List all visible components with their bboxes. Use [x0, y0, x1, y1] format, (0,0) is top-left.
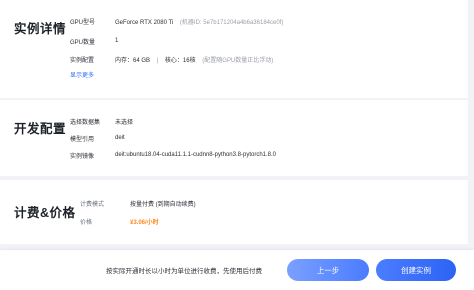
- image-value: deit:ubuntu18.04-cuda11.1.1-cudnn8-pytho…: [115, 152, 277, 158]
- image-label: 实例镜像: [70, 153, 95, 160]
- billing-mode-row: 计费模式 按量付费 (到期自动续费): [80, 197, 196, 209]
- spec-cores: 核心：16核: [164, 57, 196, 64]
- dataset-label: 选择数据集: [70, 119, 101, 126]
- price-label: 价格: [80, 219, 93, 226]
- dataset-row[interactable]: 选择数据集 未选择: [70, 115, 133, 127]
- instance-spec-label: 实例配置: [70, 57, 95, 64]
- price-row: 价格 ¥3.06/小时: [80, 215, 159, 227]
- spec-note: (配置随GPU数量正比浮动): [202, 57, 274, 64]
- billing-note: 按实际开通时长以小时为单位进行收费，先使用后付费: [106, 268, 262, 275]
- price-value: ¥3.06/小时: [130, 219, 159, 226]
- dev-config-title: 开发配置: [14, 122, 67, 136]
- dataset-value[interactable]: 未选择: [115, 117, 133, 126]
- image-row: 实例镜像 deit:ubuntu18.04-cuda11.1.1-cudnn8-…: [70, 149, 276, 161]
- instance-details-title: 实例详情: [14, 22, 67, 36]
- gpu-model-label: GPU型号: [70, 19, 96, 26]
- previous-step-button[interactable]: 上一步: [287, 259, 369, 281]
- gpu-model-value-group: GeForce RTX 2080 Ti (机器ID: 5e7b171204a4b…: [115, 17, 283, 26]
- gpu-model-row: GPU型号 GeForce RTX 2080 Ti (机器ID: 5e7b171…: [70, 15, 283, 27]
- spec-separator: |: [156, 57, 159, 64]
- footer-action-bar: 按实际开通时长以小时为单位进行收费，先使用后付费 上一步 创建实例: [0, 250, 474, 290]
- billing-mode-value: 按量付费 (到期自动续费): [130, 201, 196, 208]
- gpu-count-value: 1: [115, 38, 119, 44]
- instance-details-card: 实例详情 GPU型号 GeForce RTX 2080 Ti (机器ID: 5e…: [0, 0, 468, 98]
- gpu-machine-id: (机器ID: 5e7b171204a4b6a36184ce0f): [179, 19, 284, 26]
- model-label: 模型引用: [70, 136, 95, 143]
- gpu-count-row: GPU数量 1: [70, 35, 118, 47]
- gpu-count-label: GPU数量: [70, 39, 96, 46]
- create-instance-button[interactable]: 创建实例: [376, 259, 456, 281]
- create-instance-page: 实例详情 GPU型号 GeForce RTX 2080 Ti (机器ID: 5e…: [0, 0, 474, 290]
- pricing-card: 计费&价格 计费模式 按量付费 (到期自动续费) 价格 ¥3.06/小时: [0, 180, 468, 244]
- gpu-model-value: GeForce RTX 2080 Ti: [115, 19, 174, 26]
- pricing-title: 计费&价格: [14, 206, 76, 220]
- dev-config-card: 开发配置 选择数据集 未选择 模型引用 deit 实例镜像 deit:ubunt…: [0, 100, 468, 176]
- billing-mode-label: 计费模式: [80, 201, 105, 208]
- spec-memory: 内存：64 GB: [115, 57, 151, 64]
- instance-spec-value-group: 内存：64 GB | 核心：16核 (配置随GPU数量正比浮动): [115, 55, 273, 64]
- instance-spec-row: 实例配置 内存：64 GB | 核心：16核 (配置随GPU数量正比浮动): [70, 53, 273, 65]
- model-value: deit: [115, 135, 125, 141]
- show-more-link[interactable]: 显示更多: [70, 70, 94, 79]
- model-row: 模型引用 deit: [70, 132, 125, 144]
